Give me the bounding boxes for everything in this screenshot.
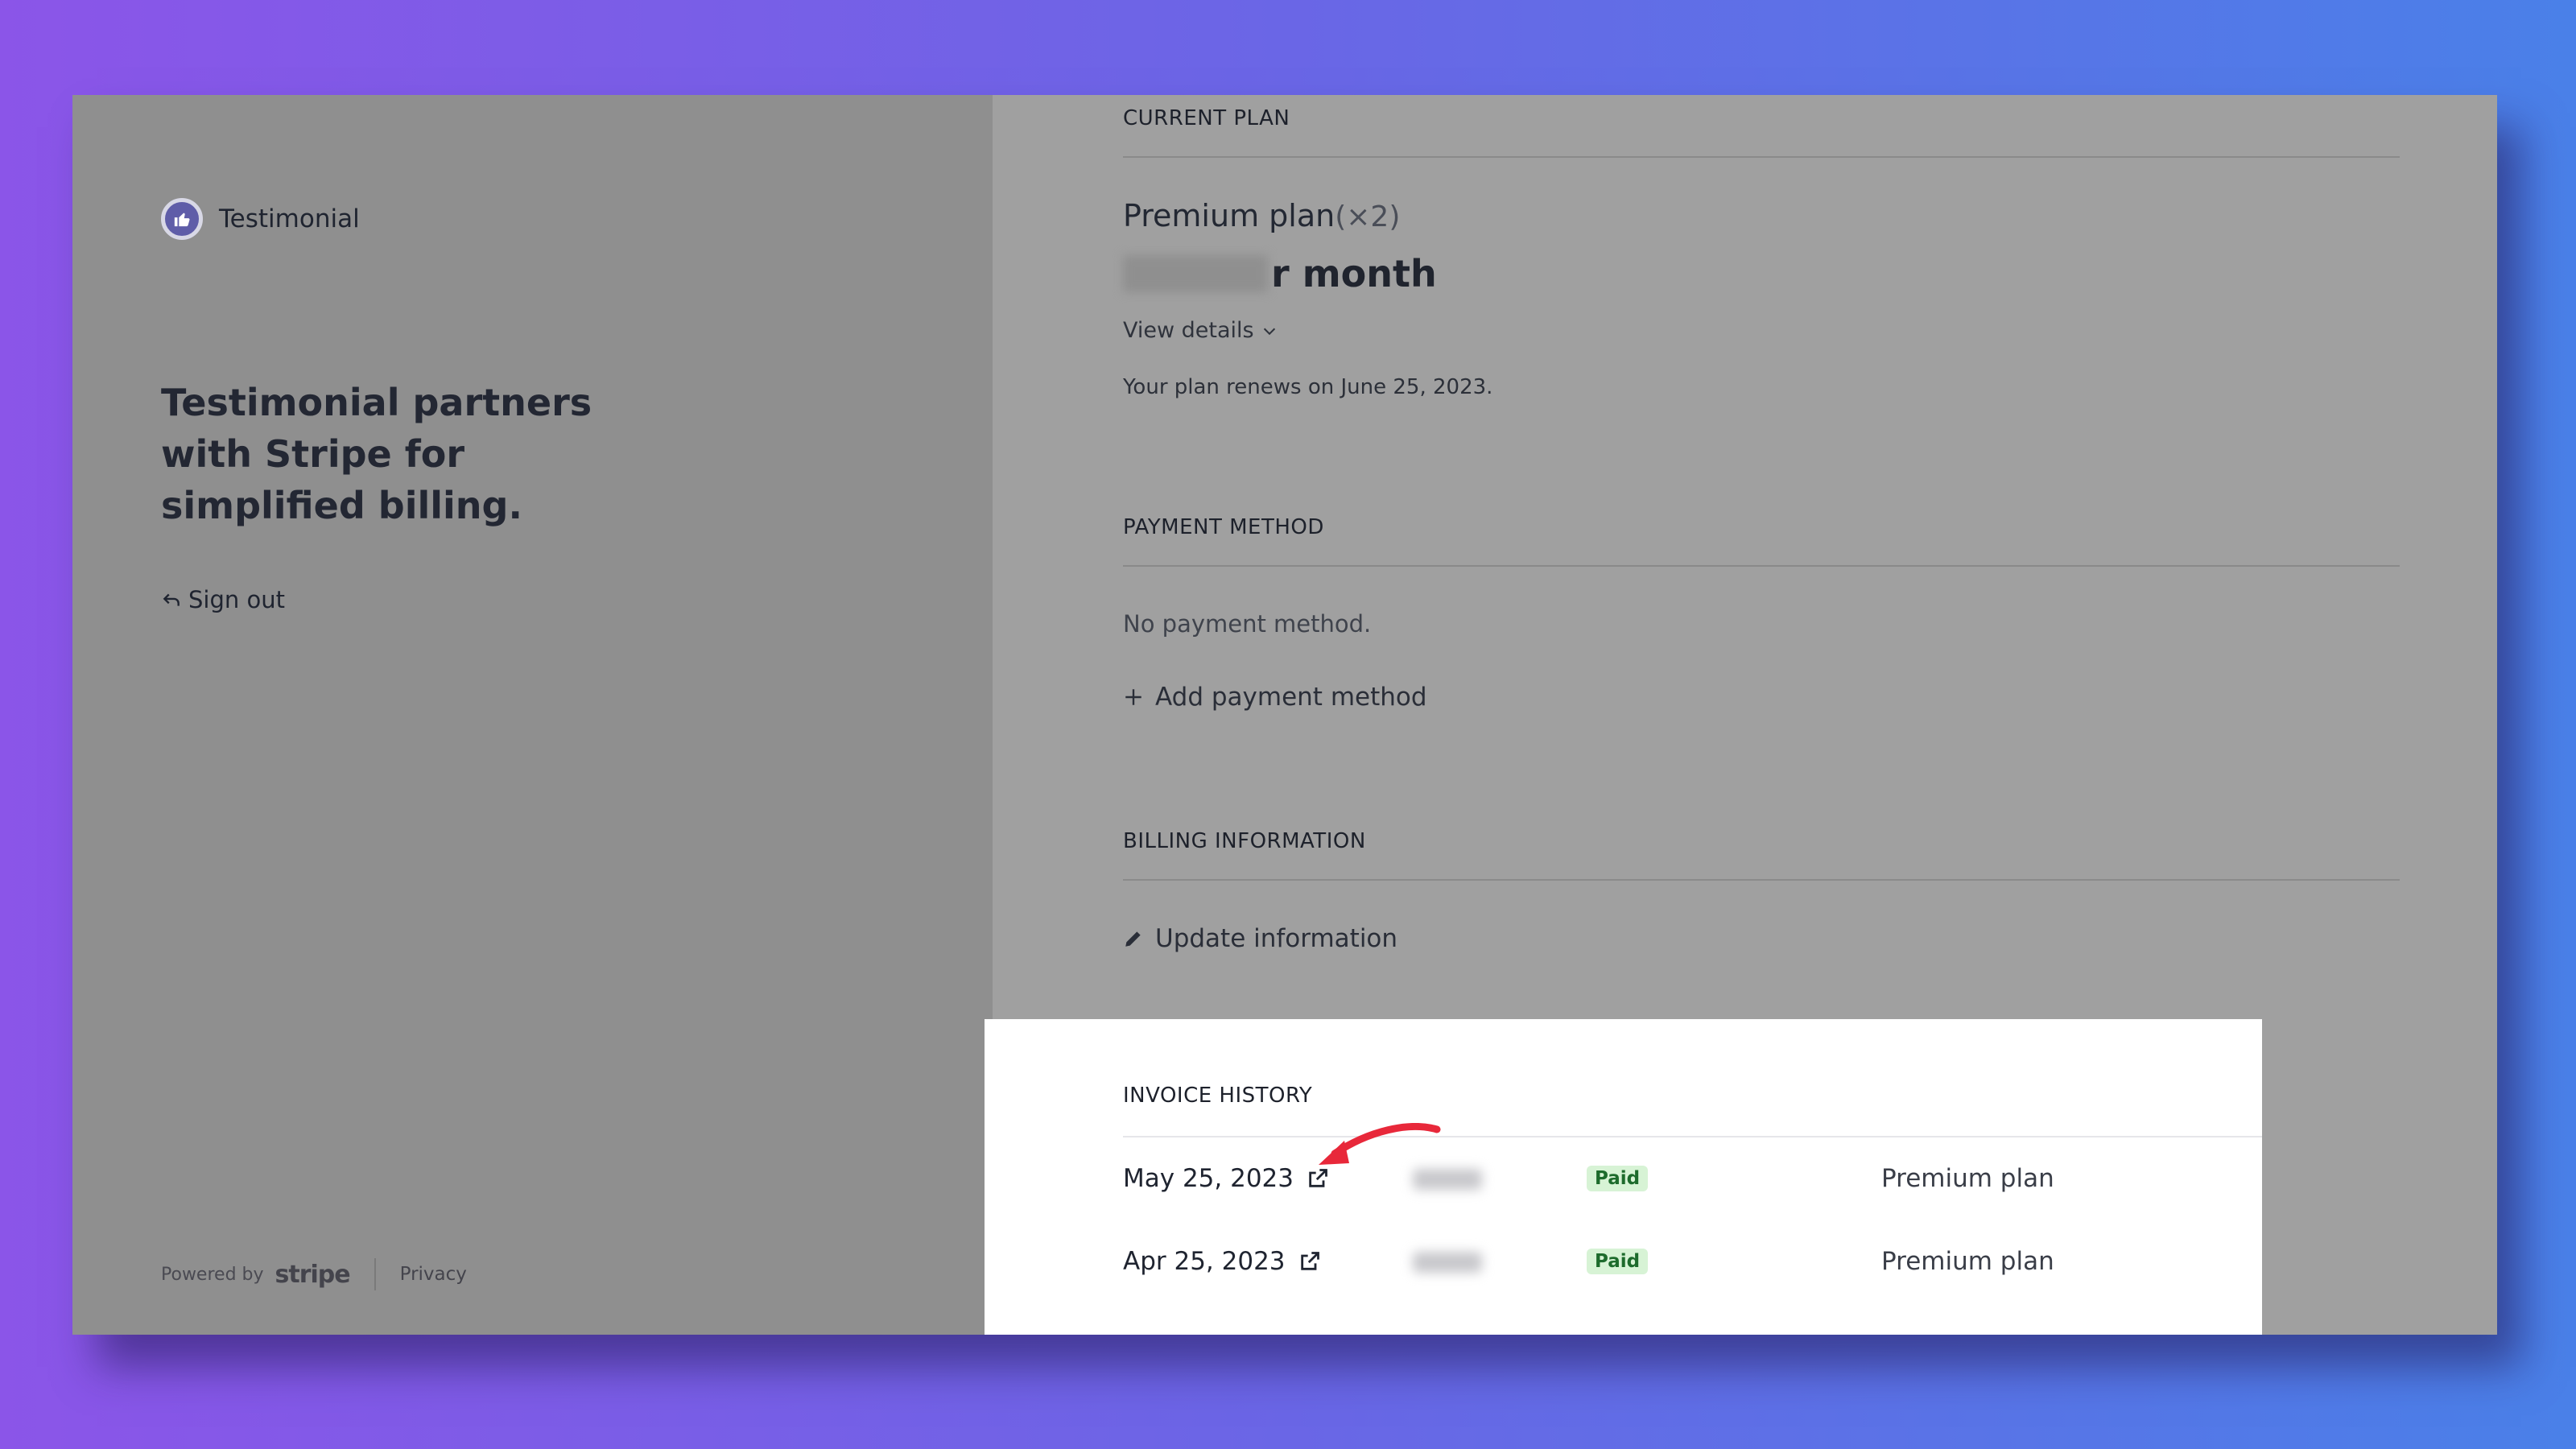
external-link-icon[interactable] <box>1298 1250 1321 1273</box>
paid-status-badge: Paid <box>1587 1166 1649 1191</box>
blurred-price <box>1123 255 1268 292</box>
renewal-text: Your plan renews on June 25, 2023. <box>1123 375 1493 399</box>
add-payment-label: Add payment method <box>1155 683 1427 712</box>
billing-portal-window: Testimonial Testimonial partners with St… <box>72 95 2497 1335</box>
divider <box>1123 1136 2262 1137</box>
billing-information-title: BILLING INFORMATION <box>1123 829 1366 853</box>
invoice-row: May 25, 2023 Paid Premium plan <box>1123 1164 2250 1212</box>
plan-name: Premium plan(×2) <box>1123 198 1400 233</box>
brand-name: Testimonial <box>219 204 360 233</box>
pencil-icon <box>1125 931 1141 947</box>
view-details-toggle[interactable]: View details <box>1123 318 1278 343</box>
plan-quantity: (×2) <box>1335 200 1401 233</box>
update-information-label: Update information <box>1155 924 1398 953</box>
footer-divider <box>374 1258 376 1290</box>
chevron-down-icon <box>1263 328 1275 335</box>
plan-name-text: Premium plan <box>1123 198 1335 233</box>
sign-out-label: Sign out <box>188 586 285 613</box>
no-payment-text: No payment method. <box>1123 610 1372 638</box>
stripe-logo[interactable]: stripe <box>275 1261 351 1289</box>
footer: Powered by stripe Privacy <box>161 1258 467 1290</box>
invoice-row: Apr 25, 2023 Paid Premium plan <box>1123 1247 2250 1295</box>
divider <box>1123 156 2400 158</box>
left-panel: Testimonial Testimonial partners with St… <box>72 95 993 1335</box>
invoice-history-title: INVOICE HISTORY <box>1123 1084 1313 1108</box>
update-information-button[interactable]: Update information <box>1123 924 1397 953</box>
add-payment-method-button[interactable]: Add payment method <box>1123 683 1427 712</box>
sign-out-link[interactable]: Sign out <box>161 586 285 613</box>
paid-status-badge: Paid <box>1587 1249 1649 1274</box>
tagline: Testimonial partners with Stripe for sim… <box>161 381 592 527</box>
invoice-history-card: INVOICE HISTORY May 25, 2023 Paid Premiu… <box>985 1019 2262 1335</box>
divider <box>1123 565 2400 567</box>
price-suffix: r month <box>1271 252 1437 295</box>
blurred-amount <box>1413 1169 1482 1190</box>
view-details-label: View details <box>1123 318 1254 343</box>
sign-out-arrow-icon <box>163 593 180 606</box>
thumbs-up-icon <box>161 198 203 240</box>
invoice-date: Apr 25, 2023 <box>1123 1247 1286 1276</box>
blurred-amount <box>1413 1252 1482 1273</box>
privacy-link[interactable]: Privacy <box>400 1264 467 1285</box>
brand: Testimonial <box>161 198 360 240</box>
invoice-date-link[interactable]: May 25, 2023 <box>1123 1164 1329 1193</box>
red-arrow-annotation <box>1319 1123 1441 1165</box>
powered-by-text: Powered by <box>161 1264 264 1285</box>
invoice-date-link[interactable]: Apr 25, 2023 <box>1123 1247 1321 1276</box>
plan-price: r month <box>1123 252 1437 295</box>
plus-icon <box>1125 689 1141 705</box>
invoice-plan: Premium plan <box>1881 1247 2054 1276</box>
current-plan-title: CURRENT PLAN <box>1123 106 1290 130</box>
invoice-date: May 25, 2023 <box>1123 1164 1294 1193</box>
invoice-plan: Premium plan <box>1881 1164 2054 1193</box>
divider <box>1123 879 2400 881</box>
payment-method-title: PAYMENT METHOD <box>1123 515 1324 539</box>
